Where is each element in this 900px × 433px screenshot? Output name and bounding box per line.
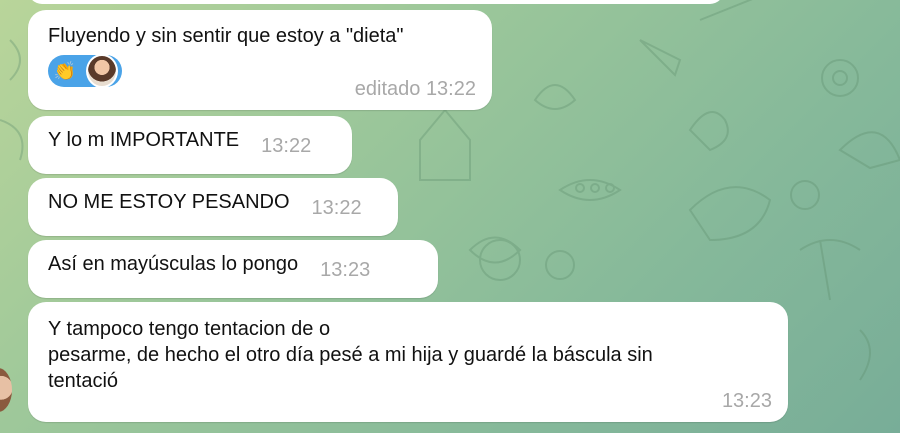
message-text-line: Y tampoco tengo tentacion de o — [48, 318, 331, 340]
message-bubble[interactable]: Y lo m IMPORTANTE 13:22 — [28, 116, 352, 174]
message-bubble[interactable]: Así en mayúsculas lo pongo 13:23 — [28, 240, 438, 298]
message-timestamp: 13:23 — [721, 390, 772, 412]
message-timestamp: 13:22 — [261, 135, 312, 157]
previous-message-bubble-edge — [28, 0, 724, 4]
message-bubble[interactable]: Fluyendo y sin sentir que estoy a "dieta… — [28, 10, 492, 110]
reactor-avatar — [86, 54, 118, 88]
sender-avatar[interactable] — [0, 368, 12, 412]
message-text-line: tentació — [48, 370, 119, 392]
message-timestamp: 13:22 — [311, 197, 362, 219]
message-timestamp: editado 13:22 — [354, 78, 476, 100]
message-text: Fluyendo y sin sentir que estoy a "dieta… — [48, 25, 404, 47]
message-text-line: pesarme, de hecho el otro día pesé a mi … — [48, 344, 653, 366]
message-bubble[interactable]: Y tampoco tengo tentacion de o pesarme, … — [28, 302, 788, 422]
message-text: Así en mayúsculas lo pongo — [48, 253, 299, 275]
reaction-pill[interactable]: 👏 — [48, 54, 122, 88]
message-timestamp: 13:23 — [320, 259, 371, 281]
message-text: Y lo m IMPORTANTE — [48, 129, 240, 151]
clapping-hands-icon: 👏 — [53, 61, 77, 81]
message-text: NO ME ESTOY PESANDO — [48, 191, 290, 213]
message-bubble[interactable]: NO ME ESTOY PESANDO 13:22 — [28, 178, 398, 236]
